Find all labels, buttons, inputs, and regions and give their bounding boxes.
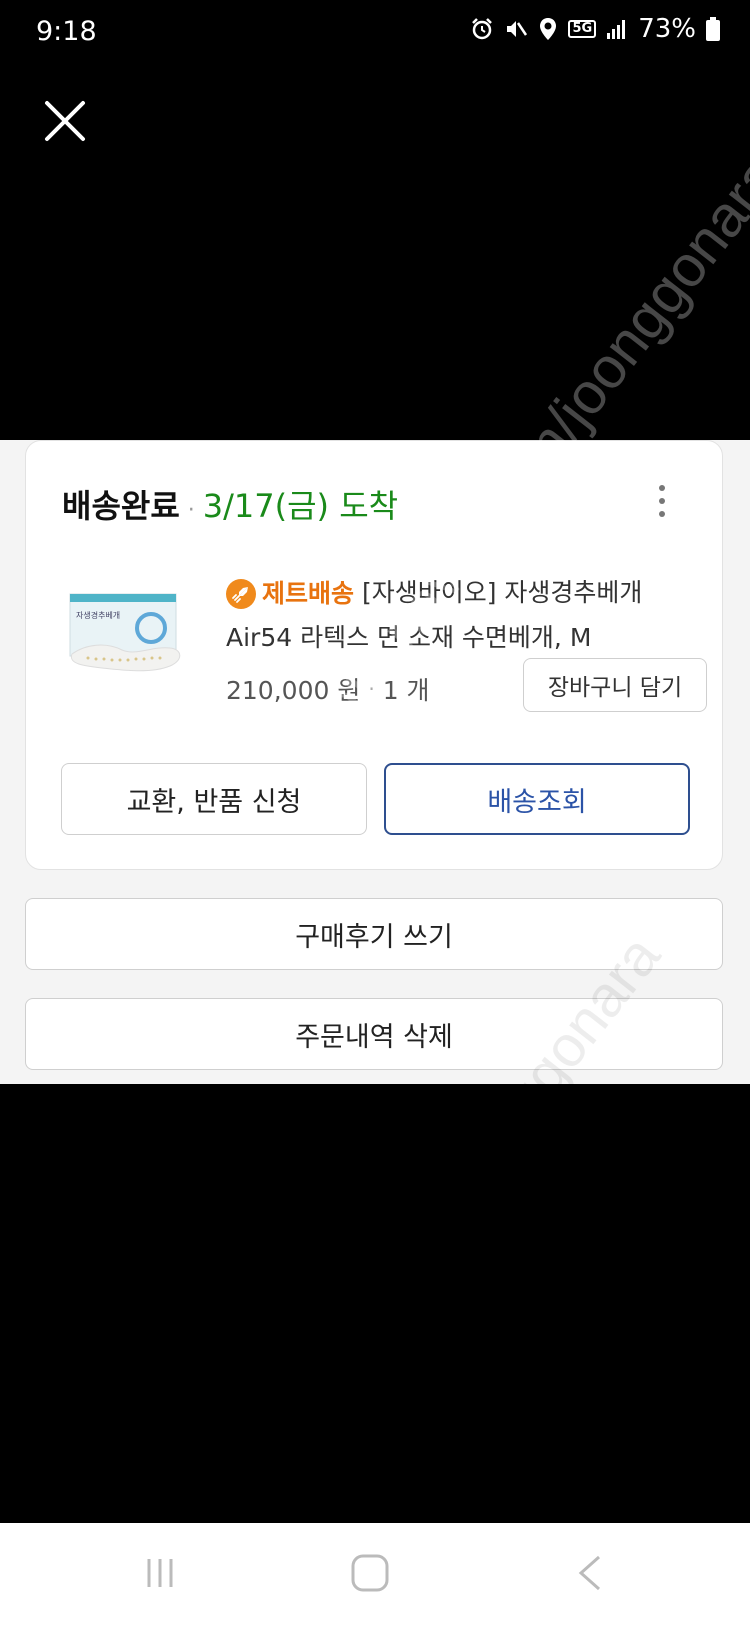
write-review-button[interactable]: 구매후기 쓰기 — [25, 898, 723, 970]
battery-percent: 73% — [638, 14, 696, 44]
network-icon: 5G — [568, 20, 597, 38]
recent-apps-icon — [147, 1559, 173, 1587]
status-time: 9:18 — [36, 16, 97, 47]
signal-icon — [607, 20, 626, 39]
back-button[interactable] — [560, 1551, 620, 1595]
delete-order-button[interactable]: 주문내역 삭제 — [25, 998, 723, 1070]
exchange-return-button[interactable]: 교환, 반품 신청 — [61, 763, 367, 835]
back-icon — [578, 1555, 600, 1591]
product-title[interactable]: 제트배송 [자생바이오] 자생경추베개 Air54 라텍스 면 소재 수면베개,… — [226, 571, 696, 660]
home-button[interactable] — [340, 1551, 400, 1595]
track-delivery-button[interactable]: 배송조회 — [384, 763, 690, 835]
jet-delivery-label: 제트배송 — [262, 579, 355, 608]
more-options-button[interactable] — [656, 485, 668, 525]
battery-icon — [706, 17, 720, 41]
header-separator: · — [187, 498, 195, 523]
location-icon — [540, 18, 557, 40]
product-quantity: 1 개 — [382, 676, 430, 705]
delivery-status: 배송완료 — [62, 487, 180, 525]
alarm-icon — [472, 18, 493, 40]
jet-delivery-badge: 제트배송 — [226, 572, 354, 616]
thumb-box-text: 자생경추베개 — [76, 610, 120, 620]
rocket-icon — [226, 579, 256, 609]
product-info: 제트배송 [자생바이오] 자생경추베개 Air54 라텍스 면 소재 수면베개,… — [226, 571, 696, 705]
more-dot-icon — [659, 498, 665, 504]
qty-separator: · — [368, 677, 375, 701]
order-header: 배송완료 · 3/17(금) 도착 — [62, 481, 398, 527]
mute-icon — [507, 21, 528, 37]
close-icon — [45, 101, 85, 141]
recent-apps-button[interactable] — [130, 1551, 190, 1595]
order-sheet: 배송완료 · 3/17(금) 도착 자생경추베개 제트배송 [자생바이오] 자생… — [0, 440, 750, 1084]
navigation-bar — [0, 1523, 750, 1625]
more-dot-icon — [659, 485, 665, 491]
product-thumbnail[interactable]: 자생경추베개 — [66, 586, 216, 681]
status-bar: 9:18 5G 73% — [0, 0, 750, 72]
home-icon — [351, 1554, 389, 1592]
more-dot-icon — [659, 511, 665, 517]
close-button[interactable] — [44, 100, 86, 142]
add-to-cart-button[interactable]: 장바구니 담기 — [523, 658, 707, 712]
status-icons: 5G 73% — [470, 14, 720, 44]
order-card: 배송완료 · 3/17(금) 도착 자생경추베개 제트배송 [자생바이오] 자생… — [25, 440, 723, 870]
product-price: 210,000 원 — [226, 676, 361, 705]
arrival-date: 3/17(금) 도착 — [202, 487, 399, 525]
